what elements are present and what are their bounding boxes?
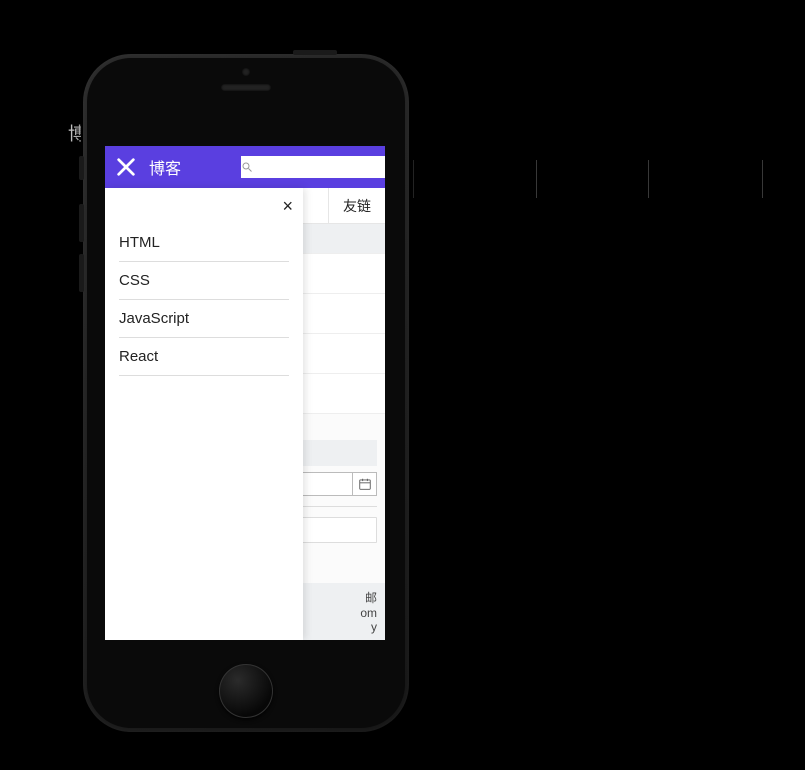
background-divider: [648, 160, 649, 198]
panel-menu-item-react[interactable]: React: [119, 338, 289, 376]
panel-close-row: ×: [105, 188, 303, 224]
phone-front-camera: [242, 68, 250, 76]
app-topbar: 博客: [105, 146, 385, 188]
background-divider: [762, 160, 763, 198]
panel-menu-item-css[interactable]: CSS: [119, 262, 289, 300]
panel-menu-item-javascript[interactable]: JavaScript: [119, 300, 289, 338]
phone-screen: 博客 友链: [105, 146, 385, 640]
phone-volume-up: [79, 204, 84, 242]
side-panel: × HTML CSS JavaScript React: [105, 188, 303, 640]
panel-menu: HTML CSS JavaScript React: [105, 224, 303, 376]
background-divider: [536, 160, 537, 198]
nav-item-friends-links[interactable]: 友链: [328, 188, 385, 223]
panel-menu-item-html[interactable]: HTML: [119, 224, 289, 262]
calendar-icon[interactable]: [352, 473, 376, 495]
search-input[interactable]: [253, 156, 385, 178]
search-icon: [241, 161, 253, 173]
app-content: 友链: [105, 188, 385, 640]
phone-power-button: [293, 50, 337, 55]
background-divider: [413, 160, 414, 198]
search-box[interactable]: [241, 156, 375, 178]
app-title: 博客: [149, 155, 181, 179]
close-icon[interactable]: [115, 156, 137, 178]
panel-close-icon[interactable]: ×: [282, 197, 293, 215]
phone-earpiece: [221, 84, 271, 91]
phone-volume-down: [79, 254, 84, 292]
phone-home-button[interactable]: [219, 664, 273, 718]
phone-mute-switch: [79, 156, 84, 180]
phone-frame: 博客 友链: [83, 54, 409, 732]
